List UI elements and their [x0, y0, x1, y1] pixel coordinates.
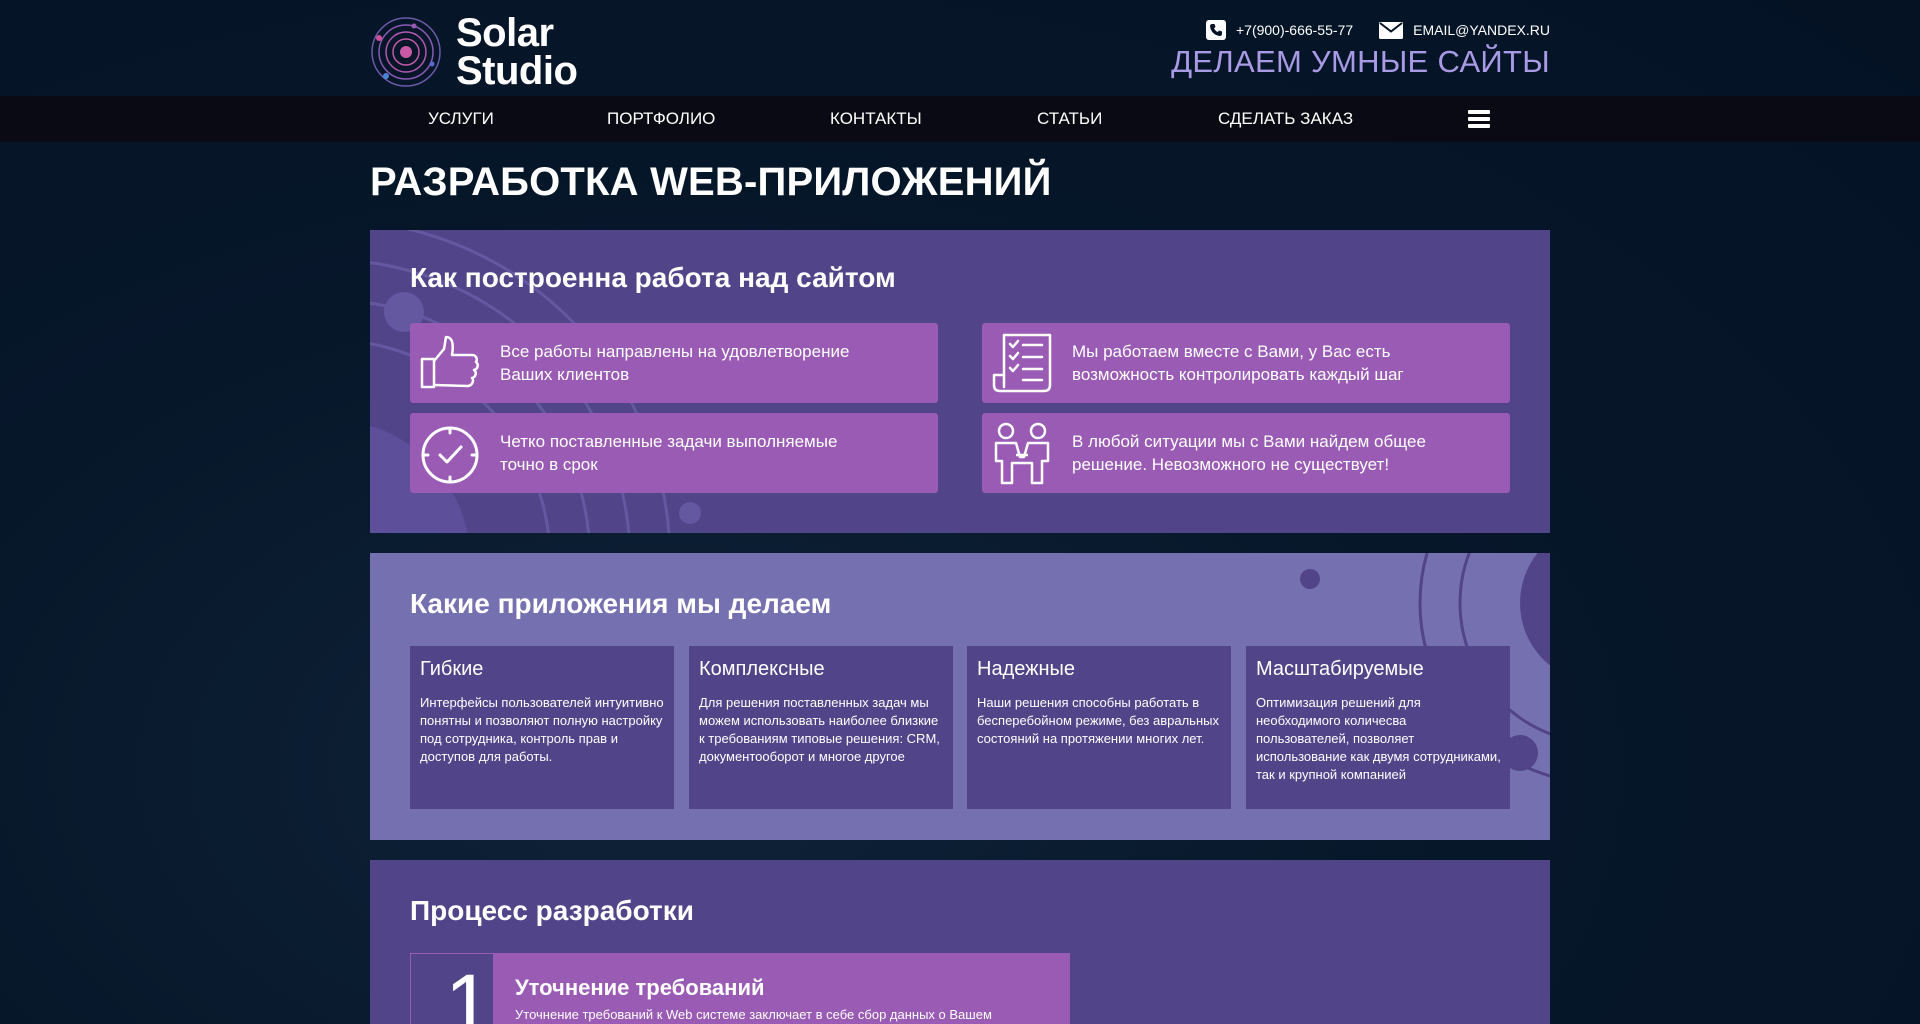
site-header: Solar Studio +7(900)-666-55-77 EMAIL@YAN… — [370, 0, 1550, 96]
work-card-text: Все работы направлены на удовлетворение … — [500, 342, 850, 384]
app-types-section: Какие приложения мы делаем Гибкие Интерф… — [370, 553, 1550, 840]
how-we-work-section: Как построенна работа над сайтом Все раб… — [370, 230, 1550, 533]
phone-icon — [1205, 20, 1226, 40]
app-type-title: Надежные — [977, 658, 1076, 680]
step-title: Уточнение требований — [515, 975, 765, 1000]
work-card-text: Мы работаем вместе с Вами, у Вас есть во… — [1072, 342, 1404, 384]
app-type-text: Наши решения способны работать в беспере… — [977, 695, 1219, 746]
checklist-icon — [992, 333, 1052, 393]
app-type-text: Интерфейсы пользователей интуитивно поня… — [420, 695, 664, 764]
logo-line-2: Studio — [456, 49, 578, 93]
handshake-people-icon — [994, 422, 1050, 485]
solar-orbit-logo-icon — [371, 17, 441, 87]
work-card-text: Четко поставленные задачи выполняемые то… — [500, 432, 838, 474]
section-title-app-types: Какие приложения мы делаем — [410, 588, 832, 619]
section-title-how-we-work: Как построенна работа над сайтом — [410, 262, 896, 293]
step-text: Уточнение требований к Web системе заклю… — [515, 1007, 992, 1022]
app-type-card-scalable: Масштабируемые Оптимизация решений для н… — [1246, 646, 1510, 809]
page-title: РАЗРАБОТКА WEB-ПРИЛОЖЕНИЙ — [370, 160, 1052, 204]
email-contact[interactable]: EMAIL@YANDEX.RU — [1379, 21, 1550, 39]
app-type-card-complex: Комплексные Для решения поставленных зад… — [689, 646, 953, 809]
app-type-title: Масштабируемые — [1256, 658, 1424, 680]
nav-item-portfolio[interactable]: ПОРТФОЛИО — [607, 96, 715, 142]
logo-text: Solar Studio — [456, 11, 578, 93]
envelope-icon — [1379, 21, 1404, 39]
process-section: Процесс разработки 1 Уточнение требовани… — [370, 860, 1550, 1024]
work-card-text: В любой ситуации мы с Вами найдем общее … — [1072, 432, 1426, 474]
app-type-title: Гибкие — [420, 658, 484, 680]
section-title-process: Процесс разработки — [410, 895, 694, 926]
work-card-deadlines: Четко поставленные задачи выполняемые то… — [410, 413, 938, 493]
work-card-control: Мы работаем вместе с Вами, у Вас есть во… — [982, 323, 1510, 403]
logo-line-1: Solar — [456, 11, 554, 55]
main-navbar: УСЛУГИ ПОРТФОЛИО КОНТАКТЫ СТАТЬИ СДЕЛАТЬ… — [0, 96, 1920, 142]
app-type-card-flexible: Гибкие Интерфейсы пользователей интуитив… — [410, 646, 674, 809]
step-number-box: 1 — [410, 953, 494, 1024]
clock-check-icon — [421, 426, 479, 484]
nav-item-services[interactable]: УСЛУГИ — [428, 96, 494, 142]
header-slogan: ДЕЛАЕМ УМНЫЕ САЙТЫ — [1171, 44, 1550, 79]
nav-item-articles[interactable]: СТАТЬИ — [1037, 96, 1102, 142]
email-address: EMAIL@YANDEX.RU — [1413, 22, 1550, 38]
step-number: 1 — [445, 957, 492, 1024]
thumbs-up-icon — [420, 335, 479, 389]
work-card-satisfaction: Все работы направлены на удовлетворение … — [410, 323, 938, 403]
app-type-text: Оптимизация решений для необходимого кол… — [1256, 695, 1501, 782]
phone-contact[interactable]: +7(900)-666-55-77 — [1205, 20, 1354, 40]
app-type-card-reliable: Надежные Наши решения способны работать … — [967, 646, 1231, 809]
nav-item-contacts[interactable]: КОНТАКТЫ — [830, 96, 922, 142]
logo[interactable]: Solar Studio — [370, 11, 578, 93]
phone-number: +7(900)-666-55-77 — [1235, 22, 1354, 38]
app-type-text: Для решения поставленных задач мы можем … — [699, 695, 940, 764]
main-nav: УСЛУГИ ПОРТФОЛИО КОНТАКТЫ СТАТЬИ СДЕЛАТЬ… — [370, 96, 1550, 142]
header-contacts: +7(900)-666-55-77 EMAIL@YANDEX.RU — [1180, 20, 1550, 40]
app-type-title: Комплексные — [699, 658, 825, 680]
hamburger-icon[interactable] — [1468, 110, 1490, 131]
process-step: 1 Уточнение требований Уточнение требова… — [410, 953, 1070, 1024]
nav-item-order[interactable]: СДЕЛАТЬ ЗАКАЗ — [1218, 96, 1353, 142]
work-card-solutions: В любой ситуации мы с Вами найдем общее … — [982, 413, 1510, 493]
